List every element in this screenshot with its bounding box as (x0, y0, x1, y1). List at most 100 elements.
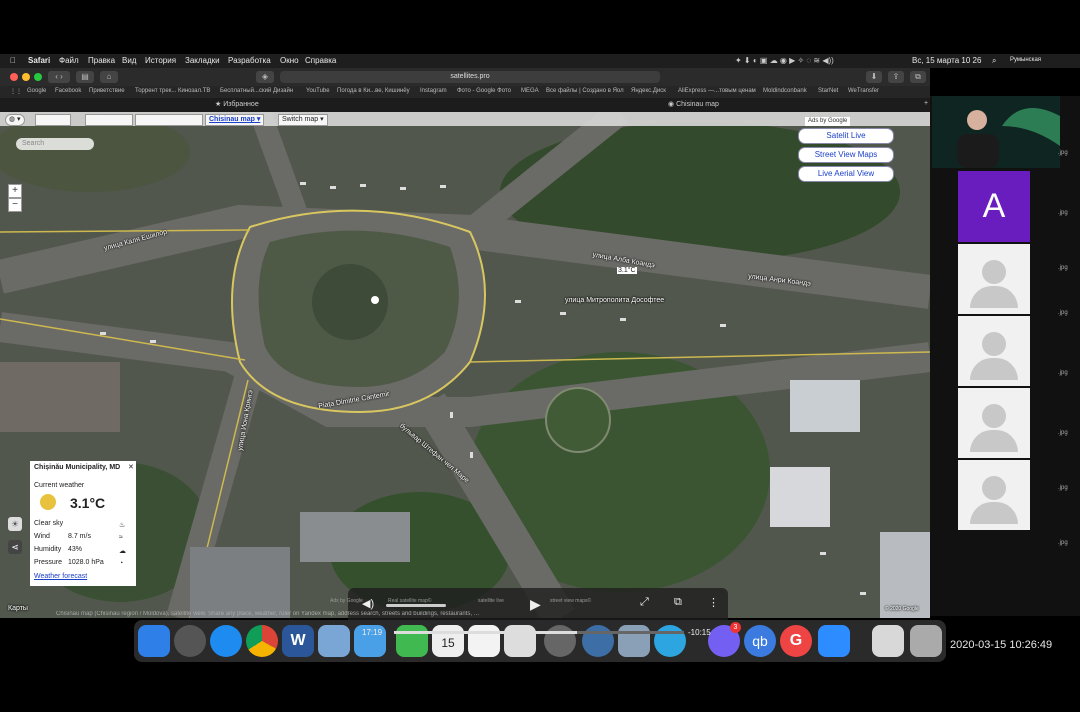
notes-icon[interactable] (468, 625, 500, 657)
fav-item[interactable]: Moldindconbank (763, 88, 807, 94)
zoom-out-button[interactable]: − (8, 198, 22, 212)
menu-view[interactable]: Вид (122, 56, 136, 65)
region-select[interactable] (85, 114, 133, 126)
menu-edit[interactable]: Правка (88, 56, 115, 65)
chrome-icon[interactable] (246, 625, 278, 657)
fav-item[interactable]: Facebook (55, 88, 81, 94)
downloads-icon[interactable]: ⬇ (866, 71, 882, 83)
status-icons[interactable]: ✦ ⬇ ◐ ▣ ☁ ◉ ▶ ✧ ◌ ≋ ◀)) (735, 56, 834, 65)
fav-item[interactable]: Бесплатный...ский Дизайн (220, 88, 293, 94)
fav-item[interactable]: WeTransfer (848, 88, 879, 94)
satellite-map[interactable]: улица Каля Ешилор улица Алба Коандэ улиц… (0, 112, 930, 618)
home-icon[interactable]: ⌂ (100, 71, 118, 83)
menu-history[interactable]: История (145, 56, 176, 65)
fav-item[interactable]: Приветствие (89, 88, 125, 94)
fav-item[interactable]: Яндекс.Диск (631, 88, 666, 94)
temperature-marker[interactable]: 3.1°C (617, 267, 637, 274)
grammarly-icon[interactable]: G (780, 625, 812, 657)
settings-icon[interactable] (544, 625, 576, 657)
ad-tab[interactable]: street view maps© (550, 598, 591, 604)
tab-favorites[interactable]: ★ Избранное (215, 100, 259, 108)
photos-icon[interactable] (504, 625, 536, 657)
map-view-select[interactable]: Chisinau map ▾ (205, 114, 265, 126)
video-progress-track[interactable] (394, 631, 684, 634)
fav-item[interactable]: Google (27, 88, 46, 94)
telegram-icon[interactable] (654, 625, 686, 657)
minimize-window-icon[interactable] (22, 73, 30, 81)
participant-tile[interactable] (958, 460, 1030, 530)
fav-item[interactable]: MEGA (521, 88, 539, 94)
weather-forecast-link[interactable]: Weather forecast (34, 573, 87, 580)
word-icon[interactable]: W (282, 625, 314, 657)
participant-avatar[interactable]: A (958, 171, 1030, 242)
shield-icon[interactable]: ◈ (256, 71, 274, 83)
tabs-overview-icon[interactable]: ⧉ (910, 71, 926, 83)
fav-item[interactable]: Фото - Google Фото (457, 88, 511, 94)
trash-icon[interactable] (910, 625, 942, 657)
satelit-live-button[interactable]: Satelit Live (798, 128, 894, 144)
ad-tab[interactable]: satellite live (478, 598, 504, 604)
participant-tile[interactable] (958, 244, 1030, 314)
preview-icon[interactable] (318, 625, 350, 657)
calendar-icon[interactable]: 15 (432, 625, 464, 657)
tab-chisinau-map[interactable]: ◉ Chisinau map (668, 100, 719, 108)
menubar-clock[interactable]: Вс, 15 марта 10 26 (912, 56, 981, 65)
menu-help[interactable]: Справка (305, 56, 336, 65)
fav-item[interactable]: AliExpress —...товым ценам (678, 88, 756, 94)
live-aerial-view-button[interactable]: Live Aerial View (798, 166, 894, 182)
layer-select[interactable] (35, 114, 71, 126)
search-icon[interactable]: ⌕ (992, 56, 996, 66)
grid-icon[interactable]: ⋮⋮ (10, 88, 22, 95)
new-tab-icon[interactable]: + (924, 100, 928, 107)
share-icon[interactable]: ⇪ (888, 71, 904, 83)
vpn-icon[interactable] (582, 625, 614, 657)
qbittorrent-icon[interactable]: qb (744, 625, 776, 657)
city-select[interactable] (135, 114, 203, 126)
menu-develop[interactable]: Разработка (228, 56, 271, 65)
menu-window[interactable]: Окно (280, 56, 299, 65)
image-app-icon[interactable] (618, 625, 650, 657)
volume-slider[interactable] (386, 604, 446, 607)
fav-item[interactable]: Все файлы | Создано в Яол (546, 88, 624, 94)
switch-map-select[interactable]: Switch map ▾ (278, 114, 328, 126)
volume-icon[interactable]: ◀) (362, 597, 374, 610)
participant-tile[interactable] (958, 316, 1030, 386)
picture-in-picture-icon[interactable]: ⧉ (674, 596, 682, 609)
street-view-maps-button[interactable]: Street View Maps (798, 147, 894, 163)
apple-menu-icon[interactable]:  (10, 56, 16, 65)
zoom-in-button[interactable]: + (8, 184, 22, 198)
menu-file[interactable]: Файл (59, 56, 79, 65)
sidebar-icon[interactable]: ▤ (76, 71, 94, 83)
fav-item[interactable]: Торрент трек... Кинозал.ТВ (135, 88, 210, 94)
fav-item[interactable]: StarNet (818, 88, 838, 94)
globe-icon[interactable]: ◍ ▾ (5, 114, 25, 126)
participant-video[interactable] (932, 96, 1060, 168)
ad-tab[interactable]: Real satellite map© (388, 598, 431, 604)
address-bar[interactable]: satellites.pro (280, 71, 660, 83)
close-window-icon[interactable] (10, 73, 18, 81)
fullscreen-icon[interactable]: ⤢ (640, 596, 649, 609)
map-search-input[interactable]: Search (16, 138, 94, 150)
launchpad-icon[interactable] (174, 625, 206, 657)
menu-bookmarks[interactable]: Закладки (185, 56, 220, 65)
ads-label[interactable]: Ads by Google (805, 117, 851, 126)
fav-item[interactable]: Instagram (420, 88, 447, 94)
fav-item[interactable]: Погода в Ки...ве, Кишинёу (337, 88, 410, 94)
keyboard-layout[interactable]: Румынская (1010, 57, 1041, 63)
back-forward-icon[interactable]: ‹ › (48, 71, 70, 83)
messages-icon[interactable] (396, 625, 428, 657)
wind-icon: ≈ (119, 534, 123, 541)
close-icon[interactable]: ✕ (128, 463, 134, 471)
ad-tab[interactable]: Ads by Google (330, 598, 363, 604)
finder-icon[interactable] (138, 625, 170, 657)
more-icon[interactable]: ⋮ (708, 596, 719, 609)
share-icon[interactable]: ⋖ (8, 540, 22, 554)
participant-tile[interactable] (958, 388, 1030, 458)
menu-app-name[interactable]: Safari (28, 56, 50, 65)
downloads-stack-icon[interactable] (872, 625, 904, 657)
zoom-app-icon[interactable] (818, 625, 850, 657)
maximize-window-icon[interactable] (34, 73, 42, 81)
weather-toggle-icon[interactable]: ☀ (8, 517, 22, 531)
safari-icon[interactable] (210, 625, 242, 657)
fav-item[interactable]: YouTube (306, 88, 330, 94)
